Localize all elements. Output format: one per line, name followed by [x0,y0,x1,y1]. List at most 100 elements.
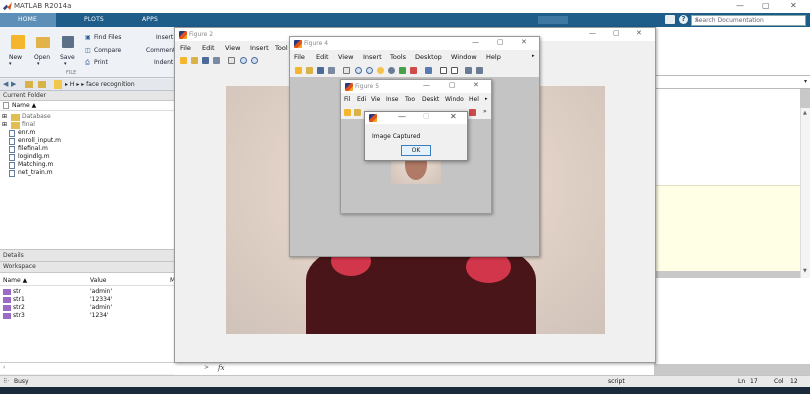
fig5-menu-overflow-icon[interactable]: ▸ [485,96,488,102]
select-all-checkbox[interactable] [3,102,9,109]
close-button[interactable]: ✕ [790,1,797,10]
quick-access-toolbar[interactable] [538,16,568,24]
fig4-close-button[interactable]: ✕ [521,38,527,46]
save-icon[interactable] [62,36,74,48]
folder-column-header[interactable]: Name ▲ [0,102,174,111]
fig4-menu-view[interactable]: View [338,53,353,61]
workspace-scrollbar[interactable]: ‹ [0,362,174,374]
indent-button[interactable]: Indent [154,59,173,66]
print-figure-icon[interactable] [213,57,220,64]
fig4-menu-window[interactable]: Window [451,53,477,61]
new-button[interactable]: New [9,54,22,61]
fig2-maximize-button[interactable]: ▢ [613,29,620,37]
ok-button[interactable]: OK [401,145,431,156]
fig2-menu-edit[interactable]: Edit [202,44,215,52]
fig4-maximize-button[interactable]: ▢ [497,38,504,46]
legend-icon[interactable] [451,67,458,74]
table-cell-value[interactable]: 'admin' [90,304,112,311]
zoom-out-icon[interactable] [366,67,373,74]
save-dropdown-icon[interactable]: ▾ [64,61,67,67]
pan-icon[interactable] [377,67,384,74]
open-file-icon[interactable] [191,57,198,64]
save-button[interactable]: Save [60,54,75,61]
find-files-button[interactable]: Find Files [94,34,121,41]
browse-folder-icon[interactable] [38,81,46,88]
back-icon[interactable]: ◀ [3,80,8,88]
new-dropdown-icon[interactable]: ▾ [9,61,12,67]
dialog-minimize-button[interactable]: — [398,112,406,121]
data-cursor-icon[interactable] [399,67,406,74]
fig5-menu-help[interactable]: Hel [469,96,479,103]
pointer-icon[interactable] [343,67,350,74]
current-path[interactable]: ▸ H ▸ ▸ face recognition [65,81,135,88]
fig5-maximize-button[interactable]: ▢ [449,81,456,89]
tab-home[interactable]: HOME [18,16,37,23]
editor-code-area[interactable] [656,89,800,185]
table-cell-value[interactable]: '1234' [90,312,109,319]
print-button[interactable]: Print [94,59,108,66]
open-button[interactable]: Open [34,54,50,61]
fig4-menu-insert[interactable]: Insert [363,53,382,61]
pointer-icon[interactable] [228,57,235,64]
fig2-menu-file[interactable]: File [180,44,191,52]
brush-icon[interactable] [410,67,417,74]
scroll-left-icon[interactable]: ‹ [3,364,5,371]
tab-apps[interactable]: APPS [142,16,158,23]
comment-button[interactable]: Comment [146,47,175,54]
dialog-maximize-button[interactable]: ▢ [423,112,430,120]
expand-icon[interactable]: ⊞ [2,121,7,128]
fig4-menu-edit[interactable]: Edit [316,53,329,61]
fig5-menu-desktop[interactable]: Deskt [422,96,439,103]
fig5-menu-insert[interactable]: Inse [386,96,398,103]
show-plot-tools-icon[interactable] [476,67,483,74]
search-icon[interactable]: ⌕ [695,16,802,25]
new-figure-icon[interactable] [295,67,302,74]
search-documentation-input[interactable]: Search Documentation ⌕ [691,15,806,26]
fig5-menu-edit[interactable]: Edi [357,96,366,103]
table-row[interactable]: str [13,288,21,295]
fig5-menu-window[interactable]: Windo [445,96,464,103]
list-item[interactable]: enroll_input.m [18,137,61,144]
fig4-menu-file[interactable]: File [294,53,305,61]
list-item[interactable]: enr.m [18,129,35,136]
open-dropdown-icon[interactable]: ▾ [37,61,40,67]
fig5-close-button[interactable]: ✕ [473,81,479,89]
list-item[interactable]: Database [22,113,51,120]
command-window[interactable]: > fx [174,362,654,375]
open-icon[interactable] [36,37,50,48]
restore-button[interactable]: ▢ [762,1,770,10]
list-item[interactable]: final [22,121,35,128]
fig5-menu-tools[interactable]: Too [405,96,415,103]
fig5-menu-view[interactable]: Vie [371,96,380,103]
insert-button[interactable]: Insert [156,34,173,41]
command-window-area[interactable] [656,278,810,364]
fig4-menu-overflow-icon[interactable]: ▸ [532,53,535,59]
new-figure-icon[interactable] [180,57,187,64]
minimize-button[interactable]: — [736,1,744,10]
editor-highlight-area[interactable] [656,185,800,271]
zoom-out-icon[interactable] [251,57,258,64]
editor-menu-icon[interactable]: ▾ [804,78,807,85]
table-cell-value[interactable]: '12334' [90,296,112,303]
up-folder-icon[interactable] [25,81,33,88]
rotate-icon[interactable] [388,67,395,74]
new-figure-icon[interactable] [344,109,351,116]
new-icon[interactable] [11,35,25,49]
fig5-minimize-button[interactable]: — [423,81,430,89]
tab-plots[interactable]: PLOTS [84,16,104,23]
fig4-menu-tools[interactable]: Tools [390,53,406,61]
compare-button[interactable]: Compare [94,47,121,54]
open-file-icon[interactable] [306,67,313,74]
fig4-minimize-button[interactable]: — [472,38,479,46]
fig5-menu-file[interactable]: Fil [344,96,350,103]
zoom-in-icon[interactable] [240,57,247,64]
details-panel[interactable]: Details [0,249,174,262]
list-item[interactable]: Matching.m [18,161,53,168]
fig2-menu-view[interactable]: View [225,44,240,52]
dialog-close-button[interactable]: ✕ [450,112,457,121]
save-figure-icon[interactable] [202,57,209,64]
list-item[interactable]: logindlg.m [18,153,50,160]
table-row[interactable]: str1 [13,296,25,303]
forward-icon[interactable]: ▶ [11,80,16,88]
help-icon[interactable]: ? [679,15,688,24]
